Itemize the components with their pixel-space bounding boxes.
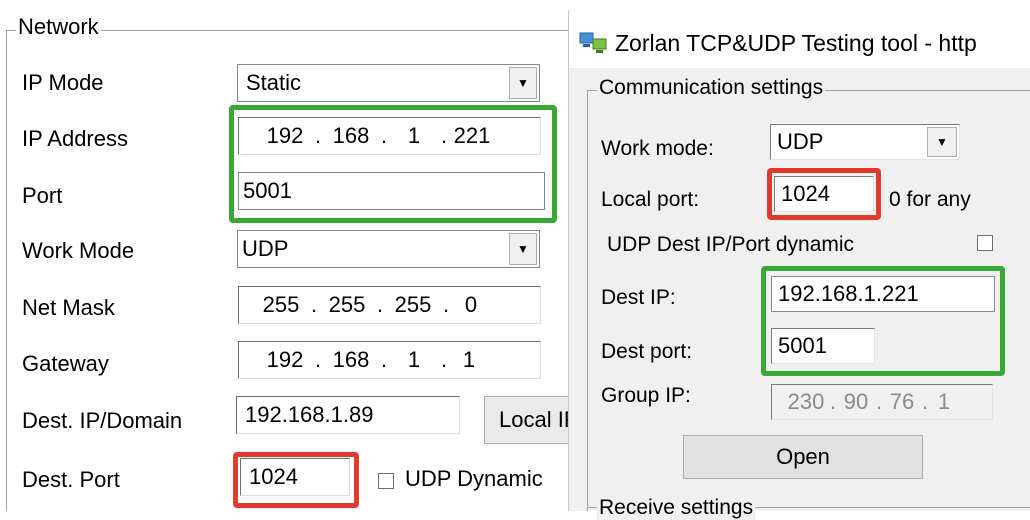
ip-mode-label: IP Mode — [22, 70, 104, 95]
udp-dest-dynamic-checkbox[interactable] — [977, 235, 993, 251]
dest-ip-input[interactable]: 192.168.1.89 — [236, 396, 460, 434]
dest-port-label: Dest. Port — [22, 467, 120, 492]
local-port-label: Local port: — [601, 188, 700, 211]
tcp-udp-testing-tool-window: Zorlan TCP&UDP Testing tool - http Commu… — [568, 10, 1030, 520]
ip-dot: . — [875, 389, 883, 414]
comm-group-border-left — [587, 90, 588, 511]
local-port-hint: 0 for any — [889, 188, 971, 211]
chevron-down-icon: ▼ — [517, 242, 529, 256]
window-titlebar[interactable]: Zorlan TCP&UDP Testing tool - http — [569, 10, 1030, 68]
dest-ip-label: Dest. IP/Domain — [22, 408, 183, 433]
udp-dest-dynamic-label: UDP Dest IP/Port dynamic — [607, 233, 855, 256]
net-mask-octet-1[interactable]: 255 — [253, 292, 309, 318]
gateway-label: Gateway — [22, 351, 109, 376]
ip-dot: . — [442, 292, 450, 317]
gateway-octet-1[interactable]: 192 — [257, 347, 313, 373]
group-ip-octet-3: 76 — [889, 389, 915, 414]
window-title: Zorlan TCP&UDP Testing tool - http — [615, 30, 977, 56]
gateway-octet-2[interactable]: 168 — [323, 347, 379, 373]
ip-address-label: IP Address — [22, 126, 128, 151]
local-port-highlight-box — [767, 168, 881, 220]
right-work-mode-label: Work mode: — [601, 137, 714, 160]
chevron-down-icon: ▼ — [517, 76, 529, 90]
gateway-octet-4[interactable]: 1 — [449, 347, 489, 373]
group-ip-label: Group IP: — [601, 384, 691, 407]
local-ip-button-label: Local IP — [499, 407, 579, 432]
net-mask-input[interactable]: 255. 255. 255. 0 — [238, 286, 541, 324]
net-mask-octet-4[interactable]: 0 — [451, 292, 491, 318]
ip-mode-select[interactable]: Static ▼ — [237, 64, 540, 102]
net-mask-octet-2[interactable]: 255 — [319, 292, 375, 318]
group-ip-octet-2: 90 — [843, 389, 869, 414]
right-dest-port-label: Dest port: — [601, 340, 693, 363]
ip-dot: . — [376, 292, 384, 317]
work-mode-value: UDP — [242, 236, 289, 261]
ip-dot: . — [921, 389, 929, 414]
work-mode-label: Work Mode — [22, 238, 135, 263]
net-mask-octet-3[interactable]: 255 — [385, 292, 441, 318]
group-ip-input: 230. 90. 76. 1 — [771, 384, 993, 420]
dest-port-highlight-box — [233, 452, 359, 508]
udp-dynamic-checkbox[interactable] — [378, 473, 394, 489]
dest-ip-port-highlight-box — [761, 266, 1005, 376]
group-ip-octet-4: 1 — [937, 389, 951, 414]
work-mode-select[interactable]: UDP ▼ — [237, 230, 540, 268]
right-work-mode-select[interactable]: UDP ▼ — [770, 124, 960, 160]
ip-dot: . — [314, 347, 322, 372]
ip-dot: . — [440, 347, 448, 372]
udp-dynamic-label: UDP Dynamic — [405, 466, 543, 491]
comm-group-title: Communication settings — [597, 76, 826, 100]
work-mode-dropdown-button[interactable]: ▼ — [509, 233, 537, 265]
network-computers-icon — [579, 30, 609, 59]
network-group-border-left — [6, 30, 7, 511]
group-ip-octet-1: 230 — [787, 389, 825, 414]
network-group-title: Network — [16, 14, 101, 40]
gateway-input[interactable]: 192. 168. 1. 1 — [238, 341, 541, 379]
open-button[interactable]: Open — [683, 435, 923, 479]
right-work-mode-value: UDP — [777, 129, 824, 154]
ip-port-highlight-box — [229, 105, 557, 223]
ip-mode-dropdown-button[interactable]: ▼ — [509, 67, 537, 99]
receive-group-title: Receive settings — [597, 496, 756, 520]
ip-dot: . — [380, 347, 388, 372]
open-button-label: Open — [776, 444, 830, 469]
ip-mode-value: Static — [246, 70, 302, 95]
dest-ip-value: 192.168.1.89 — [245, 402, 374, 427]
port-label: Port — [22, 183, 63, 208]
ip-dot: . — [310, 292, 318, 317]
chevron-down-icon: ▼ — [936, 135, 948, 149]
right-dest-ip-label: Dest IP: — [601, 286, 676, 309]
right-work-mode-dropdown-button[interactable]: ▼ — [927, 127, 957, 157]
net-mask-label: Net Mask — [22, 295, 115, 320]
gateway-octet-3[interactable]: 1 — [389, 347, 439, 373]
network-settings-panel: Network IP Mode Static ▼ IP Address 192.… — [0, 0, 584, 511]
ip-dot: . — [829, 389, 837, 414]
